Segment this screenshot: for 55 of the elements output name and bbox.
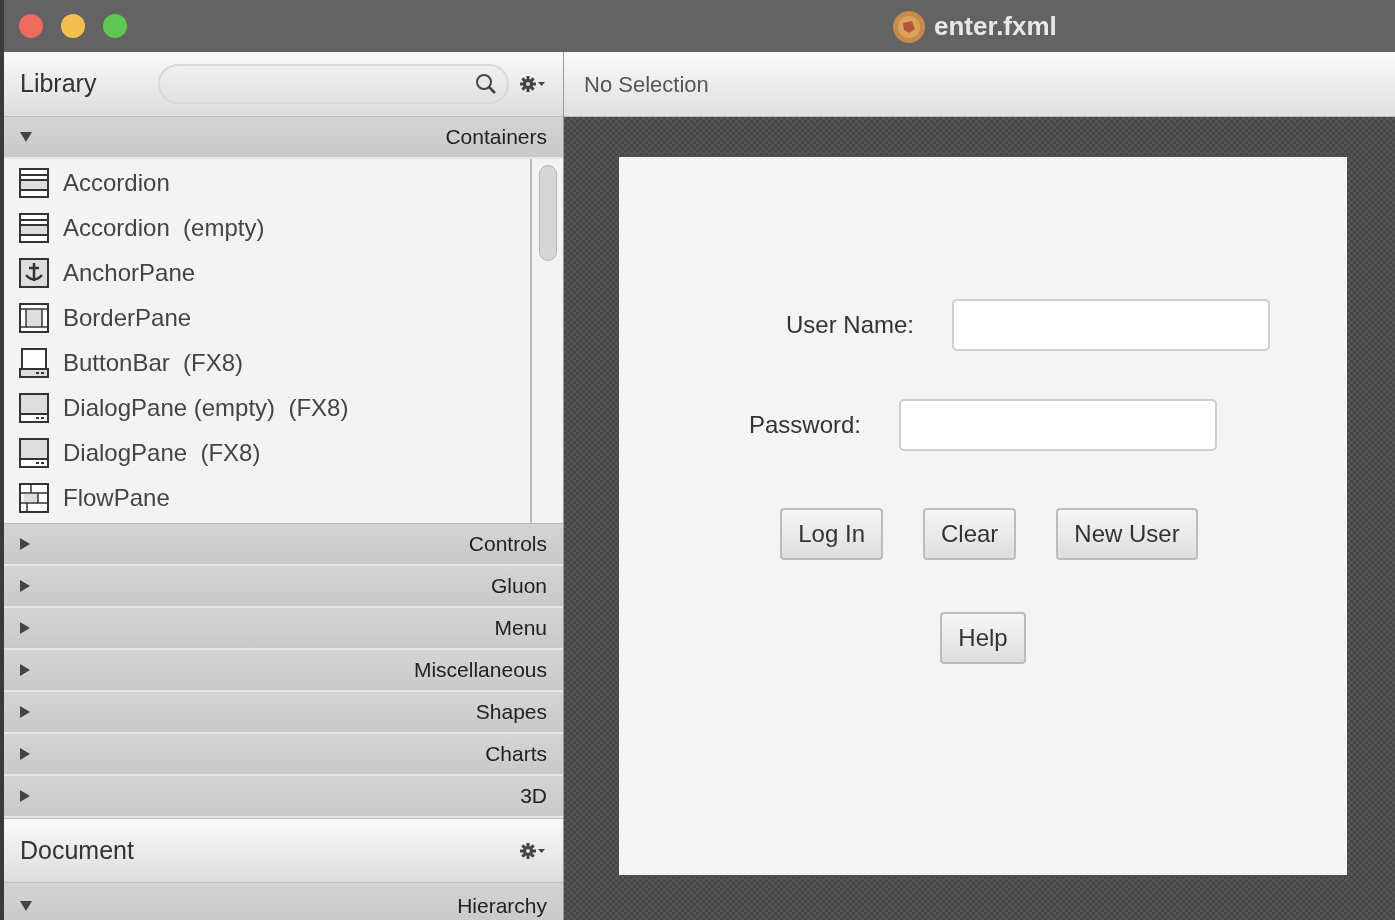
form-button[interactable]: Log In (780, 508, 883, 560)
form-button[interactable]: Clear (923, 508, 1017, 560)
accordion-icon (19, 167, 49, 198)
dialog-icon (19, 392, 49, 423)
accordion-icon (19, 212, 49, 243)
library-item[interactable]: BorderPane (4, 295, 530, 340)
settings-icon[interactable] (519, 840, 547, 861)
text-field[interactable] (899, 399, 1217, 451)
section-header[interactable]: Gluon (4, 566, 563, 608)
maximize-button[interactable] (103, 14, 127, 38)
form-button[interactable]: New User (1056, 508, 1198, 560)
buttonbar-icon (19, 347, 49, 378)
library-item[interactable]: ButtonBar (FX8) (4, 340, 530, 385)
section-header[interactable]: Miscellaneous (4, 650, 563, 692)
section-header[interactable]: 3D (4, 776, 563, 818)
library-item[interactable]: DialogPane (FX8) (4, 430, 530, 475)
collapsed-arrow-icon (20, 622, 30, 634)
app-logo-icon (892, 9, 926, 44)
panel-title: Library (20, 68, 98, 100)
section-header[interactable]: Charts (4, 734, 563, 776)
text-field[interactable] (952, 299, 1270, 351)
expanded-arrow-icon (20, 901, 32, 911)
selection-status: No Selection (584, 70, 709, 99)
anchor-icon (19, 257, 49, 288)
search-field[interactable] (158, 64, 509, 104)
close-button[interactable] (19, 14, 43, 38)
library-item[interactable]: FlowPane (4, 475, 530, 520)
window-title: enter.fxml (934, 10, 1057, 43)
settings-icon[interactable] (519, 74, 547, 94)
library-item[interactable]: AnchorPane (4, 250, 530, 295)
collapsed-arrow-icon (20, 790, 30, 802)
collapsed-arrow-icon (20, 538, 30, 550)
scroll-thumb[interactable] (538, 165, 557, 261)
section-header[interactable]: Containers (4, 117, 563, 159)
section-header[interactable]: Hierarchy (4, 883, 563, 920)
collapsed-arrow-icon (20, 748, 30, 760)
section-header[interactable]: Controls (4, 524, 563, 566)
collapsed-arrow-icon (20, 706, 30, 718)
flow-icon (19, 482, 49, 513)
border-icon (19, 302, 49, 333)
library-item[interactable]: DialogPane (empty) (FX8) (4, 385, 530, 430)
field-label: Password: (748, 410, 861, 440)
search-icon (475, 73, 497, 95)
panel-title: Document (20, 834, 134, 866)
library-item[interactable]: Accordion (4, 160, 530, 205)
expanded-arrow-icon (20, 132, 32, 142)
minimize-button[interactable] (61, 14, 85, 38)
collapsed-arrow-icon (20, 664, 30, 676)
library-item[interactable]: Accordion (empty) (4, 205, 530, 250)
section-header[interactable]: Menu (4, 608, 563, 650)
collapsed-arrow-icon (20, 580, 30, 592)
help-button[interactable]: Help (940, 612, 1026, 664)
field-label: User Name: (786, 310, 914, 340)
dialog-icon (19, 437, 49, 468)
section-header[interactable]: Shapes (4, 692, 563, 734)
